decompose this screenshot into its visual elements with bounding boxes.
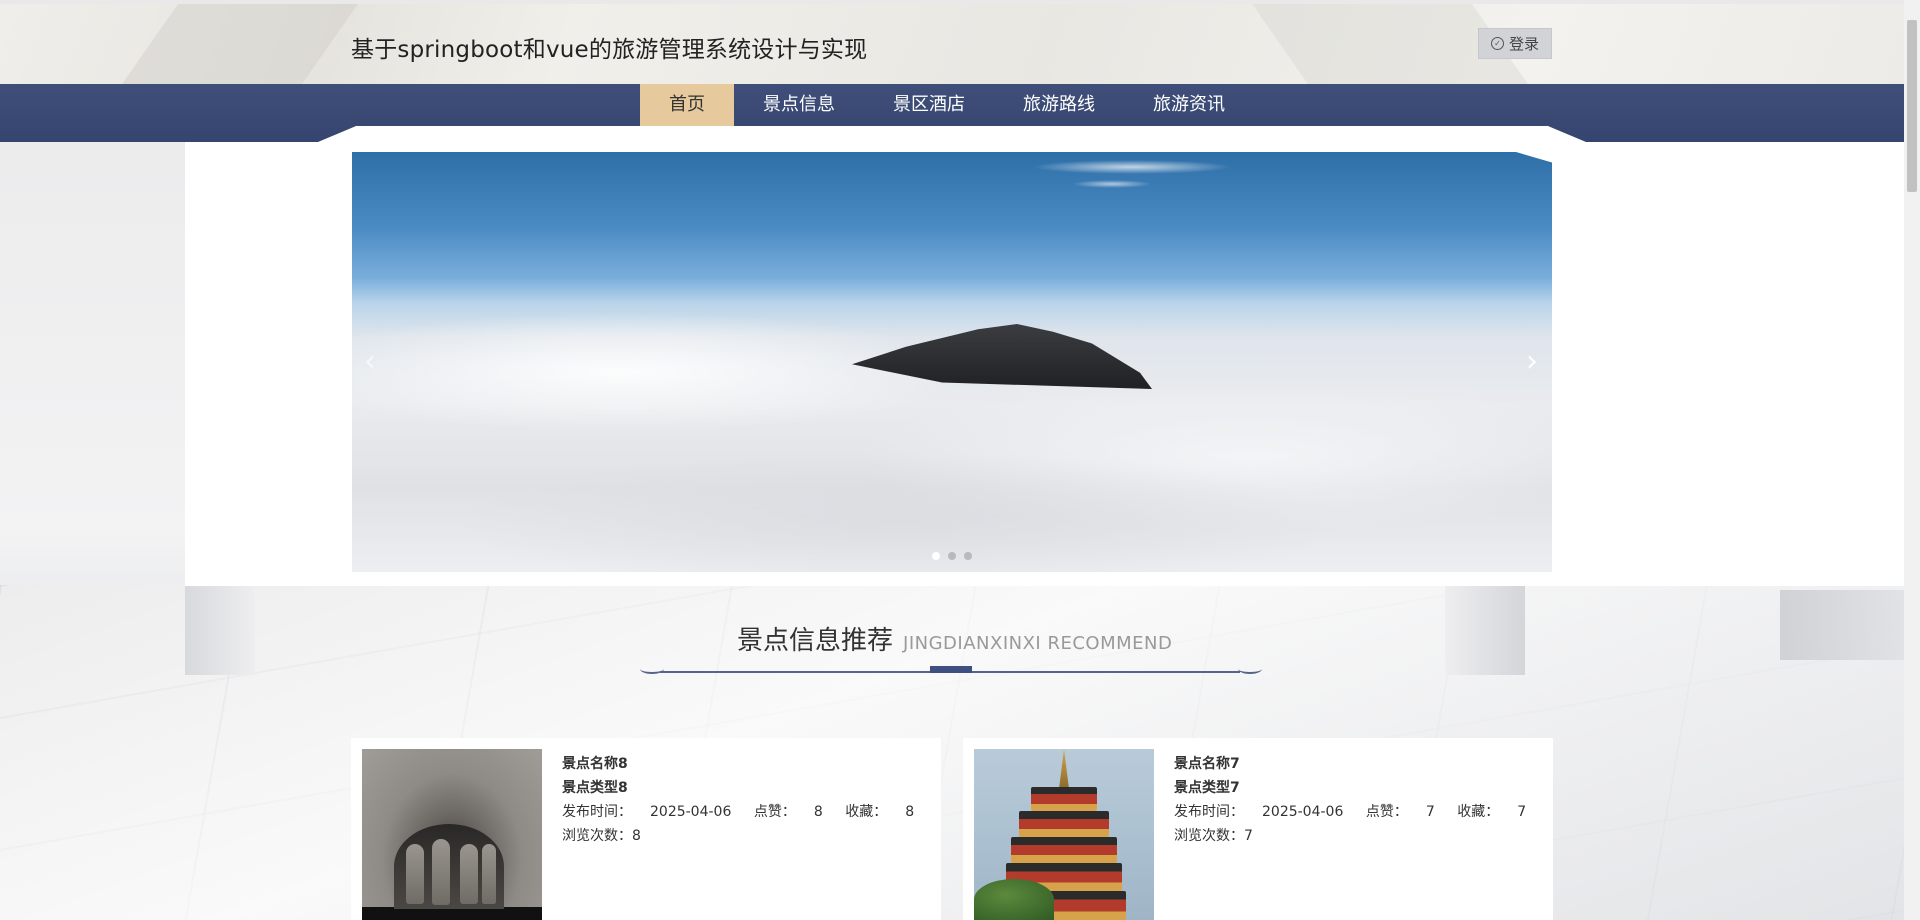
carousel-dot-2[interactable] bbox=[948, 552, 956, 560]
chevron-right-icon: › bbox=[1526, 344, 1538, 379]
likes-label: 点赞： bbox=[753, 804, 796, 820]
image-figure bbox=[482, 844, 496, 904]
nav-item-home[interactable]: 首页 bbox=[640, 84, 734, 126]
image-spire bbox=[1059, 749, 1069, 789]
title-underline-accent bbox=[930, 666, 972, 673]
section-title-cn: 景点信息推荐 bbox=[737, 626, 894, 656]
favorites-value: 8 bbox=[905, 804, 915, 820]
chevron-left-icon: ‹ bbox=[364, 344, 376, 379]
nav-notch bbox=[318, 126, 1586, 142]
image-tier bbox=[1011, 837, 1117, 863]
attraction-type: 景点类型7 bbox=[1174, 780, 1240, 796]
favorites-value: 7 bbox=[1517, 804, 1527, 820]
login-label: 登录 bbox=[1508, 35, 1539, 53]
check-circle-icon: ✓ bbox=[1490, 37, 1504, 50]
views-label: 浏览次数： bbox=[562, 828, 632, 844]
background-pillar-right bbox=[1445, 585, 1525, 675]
views-label: 浏览次数： bbox=[1174, 828, 1244, 844]
scrollbar-thumb[interactable] bbox=[1907, 20, 1917, 192]
attraction-card[interactable]: 景点名称8 景点类型8 发布时间： 2025-04-06 点赞： 8 收藏： 8 浏览… bbox=[351, 738, 941, 920]
publish-label: 发布时间： bbox=[1174, 804, 1244, 820]
likes-value: 8 bbox=[813, 804, 823, 820]
title-ornament-right bbox=[1238, 664, 1262, 674]
publish-label: 发布时间： bbox=[562, 804, 632, 820]
attraction-name[interactable]: 景点名称7 bbox=[1174, 752, 1544, 776]
publish-value: 2025-04-06 bbox=[1262, 804, 1344, 820]
favorites-label: 收藏： bbox=[845, 804, 888, 820]
publish-date: 发布时间： 2025-04-06 bbox=[562, 804, 731, 820]
nav-items: 首页 景点信息 景区酒店 旅游路线 旅游资讯 bbox=[640, 84, 1254, 126]
nav-item-routes[interactable]: 旅游路线 bbox=[994, 84, 1124, 126]
views-value: 7 bbox=[1244, 828, 1253, 844]
nav-item-attractions[interactable]: 景点信息 bbox=[734, 84, 864, 126]
attraction-name[interactable]: 景点名称8 bbox=[562, 752, 932, 776]
favorites-count: 收藏： 7 bbox=[1457, 804, 1526, 820]
banner-cloud bbox=[1032, 160, 1232, 174]
nav-item-news[interactable]: 旅游资讯 bbox=[1124, 84, 1254, 126]
carousel-prev-button[interactable]: ‹ bbox=[358, 347, 382, 377]
likes-count: 点赞： 7 bbox=[1366, 804, 1435, 820]
header-shade-left bbox=[114, 4, 366, 84]
main-nav: 首页 景点信息 景区酒店 旅游路线 旅游资讯 bbox=[0, 84, 1904, 142]
nav-item-hotels[interactable]: 景区酒店 bbox=[864, 84, 994, 126]
views-count: 浏览次数：8 bbox=[562, 824, 932, 848]
carousel-dot-1[interactable] bbox=[932, 552, 940, 560]
attraction-card[interactable]: 景点名称7 景点类型7 发布时间： 2025-04-06 点赞： 7 收藏： 7 浏览… bbox=[963, 738, 1553, 920]
attraction-info: 景点名称7 景点类型7 发布时间： 2025-04-06 点赞： 7 收藏： 7 浏览… bbox=[1174, 752, 1544, 848]
carousel[interactable]: ‹ › bbox=[352, 152, 1552, 572]
image-figure bbox=[406, 844, 424, 904]
favorites-count: 收藏： 8 bbox=[845, 804, 914, 820]
attraction-meta: 发布时间： 2025-04-06 点赞： 8 收藏： 8 bbox=[562, 800, 932, 824]
attraction-type: 景点类型8 bbox=[562, 780, 628, 796]
image-tree bbox=[974, 879, 1054, 920]
views-value: 8 bbox=[632, 828, 641, 844]
carousel-indicators bbox=[932, 552, 972, 560]
carousel-next-button[interactable]: › bbox=[1520, 347, 1544, 377]
section-title: 景点信息推荐 JINGDIANXINXI RECOMMEND bbox=[737, 620, 1172, 657]
views-count: 浏览次数：7 bbox=[1174, 824, 1544, 848]
image-tier bbox=[1031, 787, 1097, 811]
carousel-dot-3[interactable] bbox=[964, 552, 972, 560]
image-figure bbox=[432, 839, 450, 905]
image-figure bbox=[460, 844, 478, 904]
attraction-image[interactable] bbox=[362, 749, 542, 920]
attraction-image[interactable] bbox=[974, 749, 1154, 920]
likes-label: 点赞： bbox=[1365, 804, 1408, 820]
login-button[interactable]: ✓ 登录 bbox=[1478, 28, 1552, 59]
site-title: 基于springboot和vue的旅游管理系统设计与实现 bbox=[351, 37, 868, 63]
attraction-meta: 发布时间： 2025-04-06 点赞： 7 收藏： 7 bbox=[1174, 800, 1544, 824]
likes-value: 7 bbox=[1425, 804, 1435, 820]
likes-count: 点赞： 8 bbox=[754, 804, 823, 820]
site-header: 基于springboot和vue的旅游管理系统设计与实现 ✓ 登录 bbox=[0, 4, 1904, 84]
attraction-info: 景点名称8 景点类型8 发布时间： 2025-04-06 点赞： 8 收藏： 8 浏览… bbox=[562, 752, 932, 848]
banner-cloud bbox=[1072, 180, 1152, 188]
background-pillar-left bbox=[185, 585, 255, 675]
background-block-right bbox=[1780, 590, 1904, 660]
image-tier bbox=[1019, 811, 1109, 837]
publish-date: 发布时间： 2025-04-06 bbox=[1174, 804, 1343, 820]
section-title-en: JINGDIANXINXI RECOMMEND bbox=[903, 633, 1173, 654]
favorites-label: 收藏： bbox=[1457, 804, 1500, 820]
publish-value: 2025-04-06 bbox=[650, 804, 732, 820]
banner-cloud bbox=[452, 452, 1352, 572]
